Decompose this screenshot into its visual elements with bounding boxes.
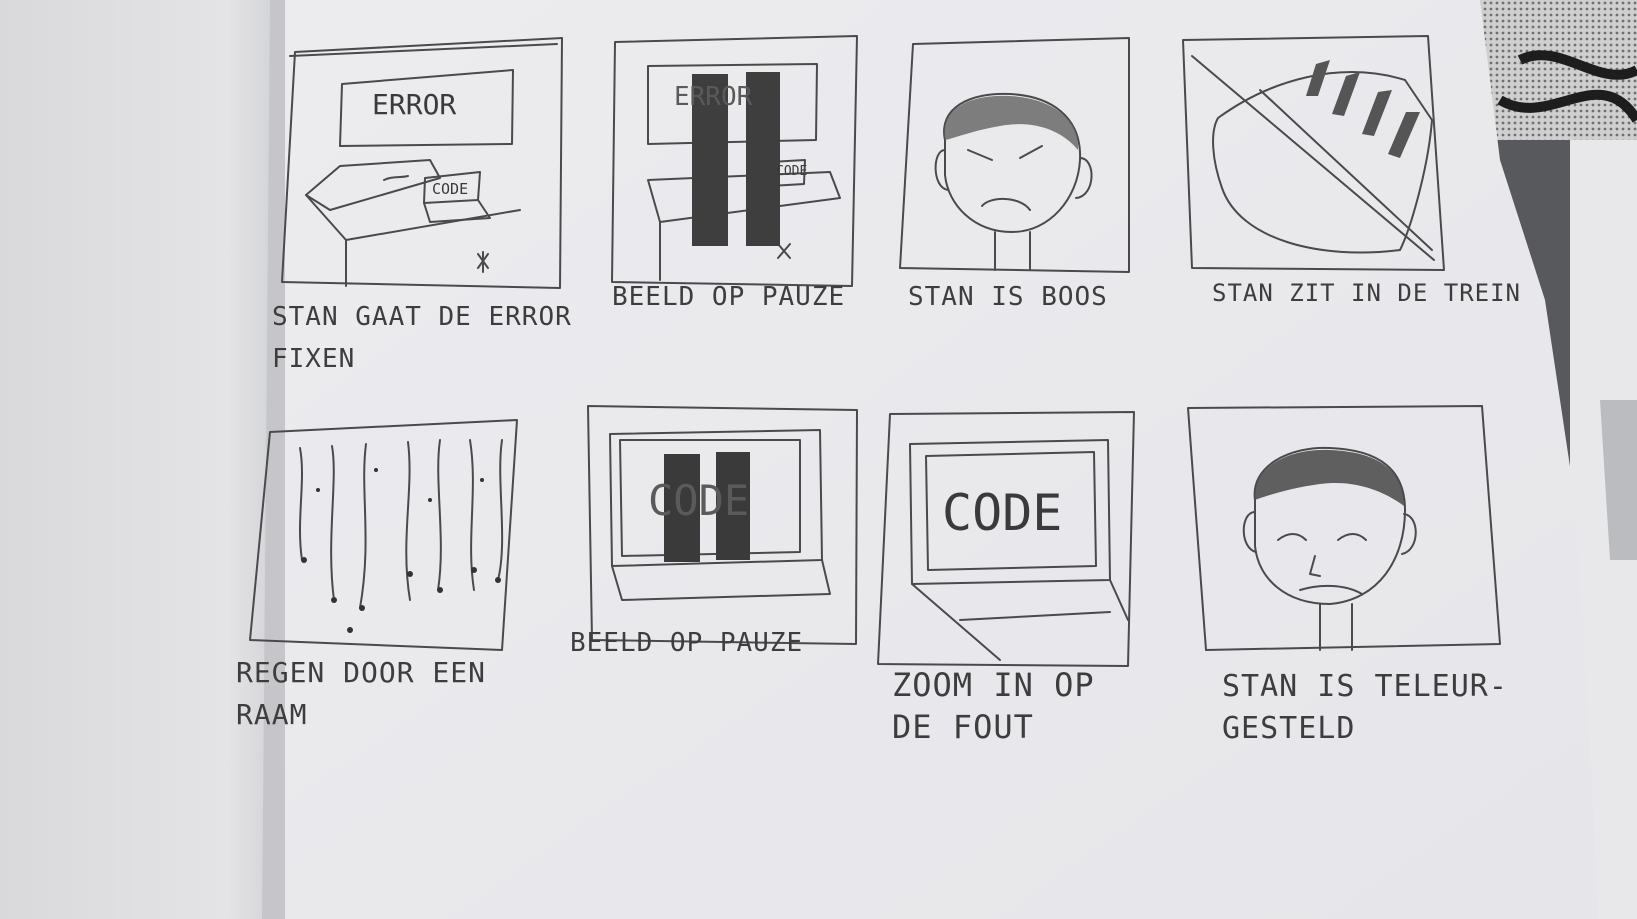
caption-panel-1: STAN GAAT DE ERROR FIXEN [272, 302, 572, 374]
caption-panel-6: BEELD OP PAUZE [570, 628, 804, 658]
left-page [0, 0, 285, 919]
caption-panel-7: ZOOM IN OP DE FOUT [892, 666, 1095, 746]
panel-2-laptop-text: CODE [776, 164, 808, 179]
panel-1-laptop-text: CODE [432, 180, 469, 198]
panel-2-screen-text: ERROR [674, 82, 753, 112]
caption-panel-4: STAN ZIT IN DE TREIN [1212, 279, 1521, 307]
caption-panel-8: STAN IS TELEUR- GESTELD [1222, 669, 1508, 746]
caption-panel-2: BEELD OP PAUZE [612, 282, 846, 312]
storyboard-photo [0, 0, 1637, 919]
panel-1-screen-text: ERROR [372, 88, 457, 121]
caption-panel-5: REGEN DOOR EEN RAAM [236, 656, 487, 731]
caption-panel-3: STAN IS BOOS [908, 282, 1108, 312]
panel-7-screen-text: CODE [942, 484, 1063, 542]
panel-6-screen-text: CODE [648, 476, 750, 525]
